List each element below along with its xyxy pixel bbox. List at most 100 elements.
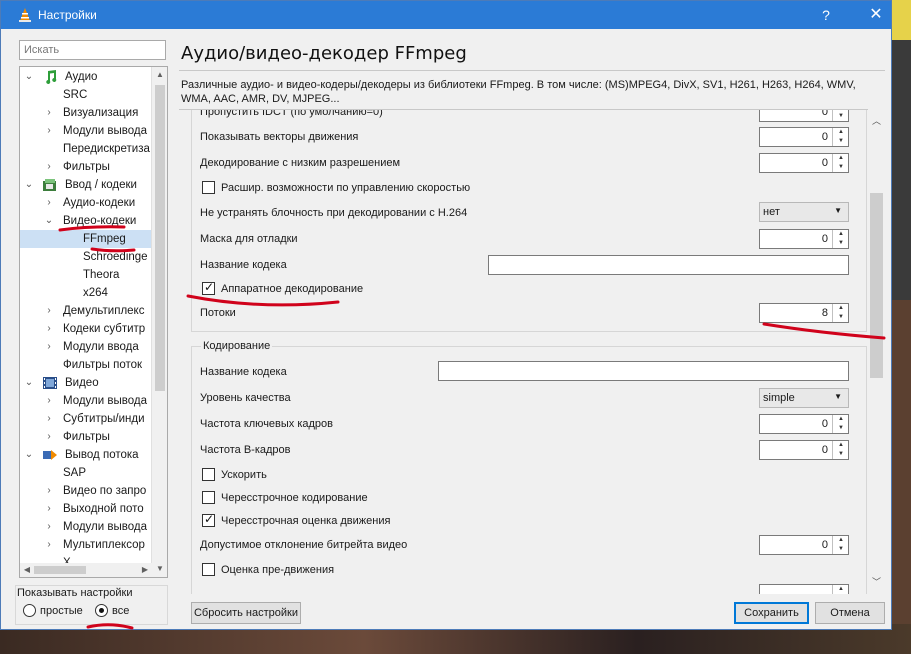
chevron-right-icon[interactable]: ›	[44, 320, 54, 338]
threads-spinbox[interactable]: 8 ▲ ▼	[759, 303, 849, 323]
scroll-down-icon[interactable]: ﹀	[868, 574, 885, 590]
spin-up-icon[interactable]: ▲	[833, 441, 849, 450]
pre-me-checkbox[interactable]	[202, 563, 215, 576]
chevron-down-icon[interactable]: ⌄	[24, 374, 34, 392]
chevron-right-icon[interactable]: ›	[44, 500, 54, 518]
tree-item-input-modules[interactable]: › Модули ввода	[20, 338, 152, 356]
chevron-right-icon[interactable]: ›	[44, 104, 54, 122]
tree-item-demuxers[interactable]: › Демультиплекс	[20, 302, 152, 320]
tolerance-spinbox[interactable]: 0 ▲ ▼	[759, 535, 849, 555]
spin-up-icon[interactable]: ▲	[833, 585, 849, 594]
tree-item-audio-filters[interactable]: › Фильтры	[20, 158, 152, 176]
scroll-right-icon[interactable]: ▶	[138, 563, 152, 577]
spin-down-icon[interactable]: ▼	[833, 112, 849, 121]
hw-decoding-label[interactable]: Аппаратное декодирование	[221, 283, 363, 295]
enc-codec-name-input[interactable]	[438, 361, 849, 381]
tree-item-muxers[interactable]: › Мультиплексор	[20, 536, 152, 554]
chevron-right-icon[interactable]: ›	[44, 410, 54, 428]
scroll-thumb[interactable]	[34, 566, 86, 574]
fast-label[interactable]: Расшир. возможности по управлению скорос…	[221, 182, 470, 194]
spin-up-icon[interactable]: ▲	[833, 536, 849, 545]
tree-item-visualization[interactable]: › Визуализация	[20, 104, 152, 122]
tree-item-stream-filters[interactable]: Фильтры поток	[20, 356, 152, 374]
scroll-down-icon[interactable]: ▼	[152, 561, 167, 577]
chevron-down-icon[interactable]: ⌄	[24, 176, 34, 194]
tree-item-video-output[interactable]: › Модули вывода	[20, 392, 152, 410]
tree-item-theora[interactable]: Theora	[20, 266, 152, 284]
tree-item-video-codecs[interactable]: ⌄ Видео-кодеки	[20, 212, 152, 230]
tree-item-x264[interactable]: x264	[20, 284, 152, 302]
hw-decoding-checkbox[interactable]	[202, 280, 215, 295]
chevron-down-icon[interactable]: ⌄	[24, 68, 34, 86]
spin-down-icon[interactable]: ▼	[833, 137, 849, 146]
tree-item-sap[interactable]: SAP	[20, 464, 152, 482]
scroll-left-icon[interactable]: ◀	[20, 563, 34, 577]
spin-down-icon[interactable]: ▼	[833, 450, 849, 459]
skiploopfilter-select[interactable]: нет ▼	[759, 202, 849, 222]
tree-item-input-codecs[interactable]: ⌄ Ввод / кодеки	[20, 176, 152, 194]
cancel-button[interactable]: Отмена	[815, 602, 885, 624]
panel-vertical-scrollbar[interactable]: ︿ ﹀	[868, 109, 885, 594]
radio-simple-label[interactable]: простые	[40, 605, 83, 617]
interlace-me-checkbox[interactable]	[202, 512, 215, 527]
spin-up-icon[interactable]: ▲	[833, 304, 849, 313]
tree-item-vod[interactable]: › Видео по запро	[20, 482, 152, 500]
tree-item-subtitle-codecs[interactable]: › Кодеки субтитр	[20, 320, 152, 338]
spin-down-icon[interactable]: ▼	[833, 313, 849, 322]
tree-item-src[interactable]: SRC	[20, 86, 152, 104]
lowres-spinbox[interactable]: 0 ▲ ▼	[759, 153, 849, 173]
partial-spinbox[interactable]: ▲	[759, 584, 849, 594]
tree-item-resampler[interactable]: Передискретиза	[20, 140, 152, 158]
pre-me-label[interactable]: Оценка пре-движения	[221, 564, 334, 576]
keyframes-spinbox[interactable]: 0 ▲ ▼	[759, 414, 849, 434]
tree-horizontal-scrollbar[interactable]: ◀ ▶	[20, 563, 152, 577]
tree-vertical-scrollbar[interactable]: ▲ ▼	[151, 67, 167, 577]
interlace-label[interactable]: Чересстрочное кодирование	[221, 492, 368, 504]
tree-item-output-modules[interactable]: › Модули вывода	[20, 518, 152, 536]
chevron-right-icon[interactable]: ›	[44, 302, 54, 320]
spin-up-icon[interactable]: ▲	[833, 415, 849, 424]
tree-item-video-filters[interactable]: › Фильтры	[20, 428, 152, 446]
interlace-checkbox[interactable]	[202, 491, 215, 504]
chevron-right-icon[interactable]: ›	[44, 338, 54, 356]
tree-item-schroedinger[interactable]: Schroedinge	[20, 248, 152, 266]
spin-down-icon[interactable]: ▼	[833, 424, 849, 433]
motion-vectors-spinbox[interactable]: 0 ▲ ▼	[759, 127, 849, 147]
spin-down-icon[interactable]: ▼	[833, 239, 849, 248]
chevron-right-icon[interactable]: ›	[44, 482, 54, 500]
spin-up-icon[interactable]: ▲	[833, 230, 849, 239]
quality-select[interactable]: simple ▼	[759, 388, 849, 408]
radio-all-label[interactable]: все	[112, 605, 129, 617]
close-button[interactable]: ✕	[861, 4, 891, 26]
scroll-up-icon[interactable]: ︿	[868, 113, 885, 129]
bframes-spinbox[interactable]: 0 ▲ ▼	[759, 440, 849, 460]
hurry-label[interactable]: Ускорить	[221, 469, 267, 481]
chevron-right-icon[interactable]: ›	[44, 392, 54, 410]
interlace-me-label[interactable]: Чересстрочная оценка движения	[221, 515, 390, 527]
help-button[interactable]: ?	[811, 4, 841, 26]
radio-simple[interactable]	[23, 604, 36, 617]
chevron-down-icon[interactable]: ⌄	[24, 446, 34, 464]
spin-down-icon[interactable]: ▼	[833, 545, 849, 554]
spin-down-icon[interactable]: ▼	[833, 163, 849, 172]
tree-item-stream-output[interactable]: ⌄ Вывод потока	[20, 446, 152, 464]
fast-checkbox[interactable]	[202, 181, 215, 194]
tree-item-ffmpeg[interactable]: FFmpeg	[20, 230, 152, 248]
tree-item-video[interactable]: ⌄ Видео	[20, 374, 152, 392]
reset-button[interactable]: Сбросить настройки	[191, 602, 301, 624]
radio-all[interactable]	[95, 604, 108, 617]
skip-idct-spinbox[interactable]: 0▲▼	[759, 110, 849, 122]
chevron-right-icon[interactable]: ›	[44, 536, 54, 554]
chevron-down-icon[interactable]: ⌄	[44, 212, 54, 230]
scroll-thumb[interactable]	[870, 193, 883, 378]
chevron-right-icon[interactable]: ›	[44, 122, 54, 140]
save-button[interactable]: Сохранить	[734, 602, 809, 624]
chevron-right-icon[interactable]: ›	[44, 158, 54, 176]
search-input[interactable]: Искать	[19, 40, 166, 60]
chevron-right-icon[interactable]: ›	[44, 194, 54, 212]
scroll-up-icon[interactable]: ▲	[152, 67, 167, 83]
chevron-right-icon[interactable]: ›	[44, 518, 54, 536]
codec-name-input[interactable]	[488, 255, 849, 275]
spin-up-icon[interactable]: ▲	[833, 128, 849, 137]
spin-up-icon[interactable]: ▲	[833, 154, 849, 163]
